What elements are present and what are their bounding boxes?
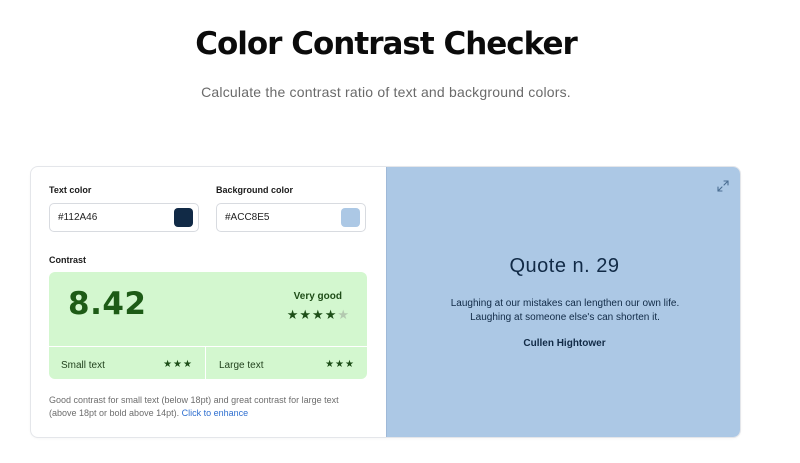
enhance-link[interactable]: Click to enhance <box>182 408 249 418</box>
quote-text: Laughing at our mistakes can lengthen ou… <box>407 297 723 325</box>
settings-panel: Text color #112A46 Background color #ACC… <box>31 167 386 437</box>
small-text-stars: ★★★ <box>163 359 193 370</box>
text-color-field[interactable]: #112A46 <box>49 203 199 232</box>
rating-star: ★ <box>324 307 338 322</box>
contrast-checker-card: Text color #112A46 Background color #ACC… <box>30 166 741 438</box>
rating-star: ★ <box>286 307 300 322</box>
quote-title: Quote n. 29 <box>509 255 620 277</box>
contrast-ratio: 8.42 <box>68 286 147 322</box>
expand-icon[interactable] <box>717 180 729 192</box>
large-text-rating: Large text ★★★ <box>207 347 367 379</box>
text-color-label: Text color <box>49 185 92 195</box>
small-text-label: Small text <box>61 360 105 371</box>
page-title: Color Contrast Checker <box>195 26 578 62</box>
background-color-label: Background color <box>216 185 294 195</box>
rating-star: ★ <box>312 307 325 322</box>
preview-panel: Quote n. 29 Laughing at our mistakes can… <box>386 167 740 437</box>
rating-star: ★ <box>299 307 313 322</box>
text-color-swatch[interactable] <box>174 208 193 227</box>
contrast-description: Good contrast for small text (below 18pt… <box>49 394 367 420</box>
quote-author: Cullen Hightower <box>523 338 606 349</box>
background-color-swatch[interactable] <box>341 208 360 227</box>
text-color-value[interactable]: #112A46 <box>58 212 97 223</box>
large-text-stars: ★★★ <box>325 359 355 370</box>
page-subtitle: Calculate the contrast ratio of text and… <box>201 84 571 100</box>
rating-label: Very good <box>293 291 342 302</box>
quote-line-2: Laughing at someone else's can shorten i… <box>470 312 660 323</box>
text-size-ratings: Small text ★★★ Large text ★★★ <box>49 346 367 379</box>
quote-line-1: Laughing at our mistakes can lengthen ou… <box>450 298 680 309</box>
contrast-label: Contrast <box>49 255 87 265</box>
background-color-field[interactable]: #ACC8E5 <box>216 203 366 232</box>
small-text-rating: Small text ★★★ <box>49 347 206 379</box>
rating-stars: ★★★★★ <box>287 307 350 323</box>
background-color-value[interactable]: #ACC8E5 <box>225 212 269 223</box>
contrast-result-box: 8.42 Very good ★★★★★ Small text ★★★ Larg… <box>49 272 367 379</box>
rating-star: ★ <box>337 307 350 322</box>
large-text-label: Large text <box>219 360 264 371</box>
